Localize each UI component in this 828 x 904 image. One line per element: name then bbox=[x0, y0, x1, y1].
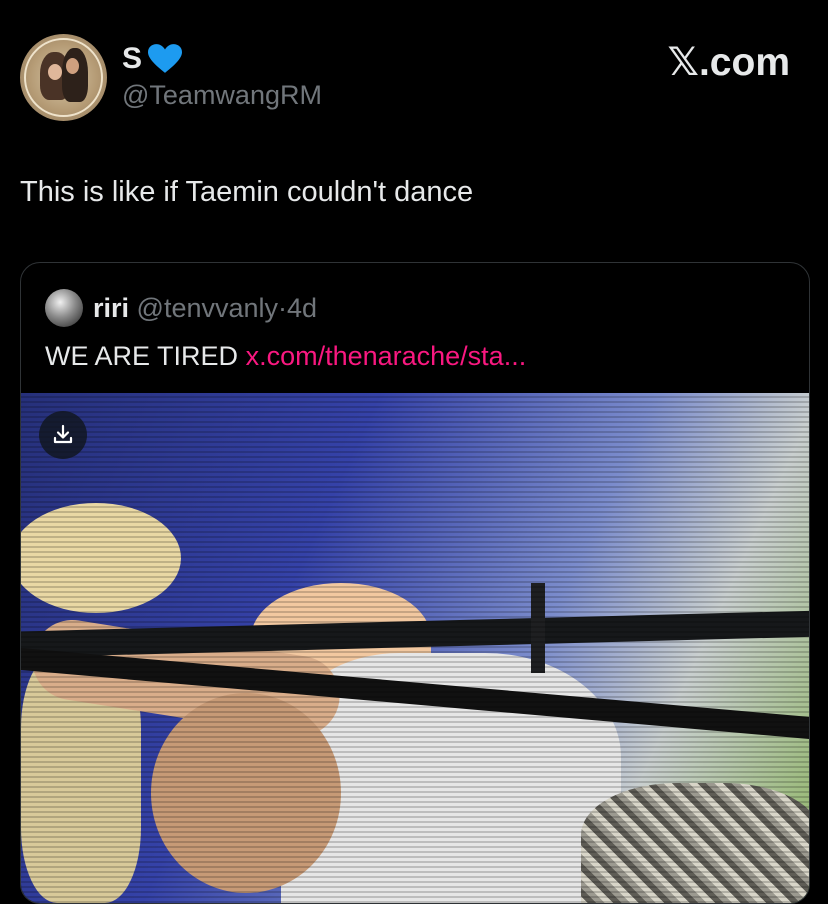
quoted-tweet-text: WE ARE TIRED x.com/thenarache/sta... bbox=[45, 341, 526, 372]
quoted-author-name[interactable]: riri bbox=[93, 293, 129, 323]
media-scanlines bbox=[21, 393, 809, 903]
avatar-face-right bbox=[66, 58, 79, 74]
meta-separator: · bbox=[278, 293, 288, 323]
author-handle[interactable]: @TeamwangRM bbox=[122, 80, 322, 111]
author-display-name[interactable]: S bbox=[122, 42, 183, 76]
tweet-text: This is like if Taemin couldn't dance bbox=[20, 176, 474, 208]
avatar-figure-right bbox=[62, 48, 88, 102]
quoted-tweet-header: riri @tenvvanly·4d bbox=[93, 293, 317, 324]
blue-heart-icon bbox=[148, 44, 183, 73]
download-button[interactable] bbox=[39, 411, 87, 459]
quoted-tweet-age[interactable]: 4d bbox=[287, 293, 317, 323]
quoted-author-handle[interactable]: @tenvvanly bbox=[137, 293, 278, 323]
download-icon bbox=[53, 424, 73, 444]
brand-logo: 𝕏.com bbox=[667, 41, 790, 84]
video-media[interactable] bbox=[21, 393, 809, 903]
quoted-tweet-link[interactable]: x.com/thenarache/sta... bbox=[246, 341, 527, 371]
author-name-text: S bbox=[122, 42, 143, 75]
avatar-face-left bbox=[48, 64, 62, 80]
quoted-tweet-card[interactable]: riri @tenvvanly·4d WE ARE TIRED x.com/th… bbox=[20, 262, 810, 904]
author-avatar[interactable] bbox=[20, 34, 107, 121]
quoted-tweet-body: WE ARE TIRED bbox=[45, 341, 239, 371]
quoted-author-avatar[interactable] bbox=[45, 289, 83, 327]
